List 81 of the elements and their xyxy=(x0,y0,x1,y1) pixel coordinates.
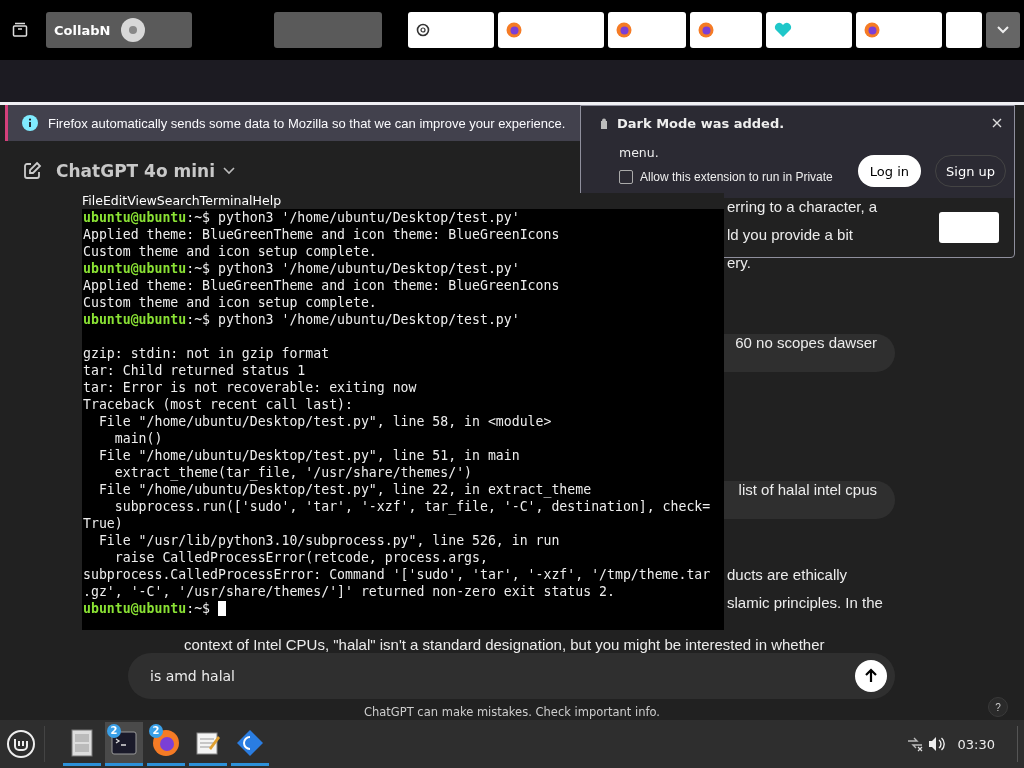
browser-logo-icon xyxy=(616,22,632,38)
terminal-output: extract_theme(tar_file, '/usr/share/themes/') xyxy=(113,464,473,481)
terminal-output: tar: Error is not recoverable: exiting now xyxy=(83,379,417,396)
knot-logo-icon xyxy=(416,23,430,37)
terminal-output: raise CalledProcessError(retcode, process.args, xyxy=(113,549,488,566)
send-button[interactable] xyxy=(855,660,887,692)
info-icon xyxy=(22,115,38,131)
tabs-dropdown-button[interactable] xyxy=(986,12,1020,48)
diamond-logo-icon xyxy=(236,728,264,757)
menu-item[interactable]: Terminal xyxy=(199,193,253,209)
browser-tab[interactable] xyxy=(608,12,686,48)
browser-tab[interactable] xyxy=(690,12,762,48)
clock: 03:30 xyxy=(957,736,995,752)
popup-title: Dark Mode was added. xyxy=(617,116,785,131)
browser-logo-icon xyxy=(864,22,880,38)
assistant-message-text: ducts are ethically xyxy=(727,566,848,585)
disc-icon xyxy=(120,17,147,43)
window-count-badge: 2 xyxy=(107,724,121,738)
window-list-icon[interactable] xyxy=(12,22,28,38)
assistant-message-text: slamic principles. In the xyxy=(727,594,883,613)
message-input-field[interactable]: is amd halal xyxy=(128,653,895,699)
browser-tab[interactable]: CollabN xyxy=(46,12,192,48)
puzzle-icon xyxy=(599,117,609,130)
model-selector[interactable]: ChatGPT 4o mini xyxy=(56,161,235,181)
network-disconnected-icon[interactable] xyxy=(905,736,924,752)
terminal-output: File "/home/ubuntu/Desktop/test.py", line 51, in main xyxy=(97,447,520,464)
menu-item[interactable]: Help xyxy=(252,193,282,209)
browser-tab[interactable] xyxy=(498,12,604,48)
browser-logo-icon xyxy=(698,22,714,38)
arrow-up-icon xyxy=(863,668,879,684)
terminal-output: Traceback (most recent call last): xyxy=(83,396,353,413)
terminal-output: True) xyxy=(83,515,123,532)
browser-tab[interactable] xyxy=(856,12,942,48)
prompt-user: ubuntu@ubuntu xyxy=(83,260,187,277)
terminal-output: tar: Child returned status 1 xyxy=(83,362,306,379)
chevron-down-icon xyxy=(223,167,235,175)
menu-item[interactable]: Search xyxy=(156,193,200,209)
terminal-command: :~$ python3 '/home/ubuntu/Desktop/test.py' xyxy=(186,311,520,328)
terminal-output: .gz', '-C', '/usr/share/themes/']' returned non-zero exit status 2. xyxy=(83,583,615,600)
terminal-command: :~$ python3 '/home/ubuntu/Desktop/test.py' xyxy=(186,260,520,277)
terminal-output: Custom theme and icon setup complete. xyxy=(83,243,377,260)
file-cabinet-icon xyxy=(71,728,93,757)
browser-logo-icon xyxy=(506,22,522,38)
window-count-badge: 2 xyxy=(149,724,163,738)
login-button[interactable]: Log in xyxy=(857,155,921,187)
menu-item[interactable]: Edit xyxy=(102,193,128,209)
assistant-message-text: ld you provide a bit xyxy=(727,226,853,245)
notepad-icon xyxy=(195,729,221,756)
browser-tab[interactable] xyxy=(408,12,494,48)
menu-icon[interactable] xyxy=(6,729,36,759)
assistant-message-text: ery. xyxy=(727,254,751,273)
assistant-message-text: context of Intel CPUs, "halal" isn't a standard designation, but you might be interested in whether xyxy=(184,636,825,654)
close-icon[interactable] xyxy=(992,118,1002,128)
prompt-user: ubuntu@ubuntu xyxy=(83,311,187,328)
private-windows-checkbox[interactable] xyxy=(619,170,633,184)
terminal-output: File "/usr/lib/python3.10/subprocess.py", line 526, in run xyxy=(97,532,560,549)
prompt-user: ubuntu@ubuntu xyxy=(83,600,187,617)
terminal-output: gzip: stdin: not in gzip format xyxy=(83,345,330,362)
help-button[interactable]: ? xyxy=(988,697,1008,717)
terminal-output: Applied theme: BlueGreenTheme and icon theme: BlueGreenIcons xyxy=(83,277,560,294)
checkbox-label: Allow this extension to run in Private xyxy=(640,170,833,184)
terminal-output: main() xyxy=(113,430,163,447)
notification-text: Firefox automatically sends some data to Mozilla so that we can improve your experience. xyxy=(48,115,566,131)
menu-item[interactable]: View xyxy=(127,193,157,209)
heart-logo-icon xyxy=(774,22,792,38)
terminal-output: File "/home/ubuntu/Desktop/test.py", line 22, in extract_theme xyxy=(97,481,592,498)
disclaimer-text: ChatGPT can make mistakes. Check important info. xyxy=(363,705,660,719)
popup-text: menu. xyxy=(619,145,660,160)
terminal-output: Applied theme: BlueGreenTheme and icon theme: BlueGreenIcons xyxy=(83,226,560,243)
terminal-output: Custom theme and icon setup complete. xyxy=(83,294,377,311)
terminal-output: subprocess.CalledProcessError: Command '['sudo', 'tar', '-xzf', '/tmp/theme.tar xyxy=(83,566,711,583)
volume-icon[interactable] xyxy=(927,736,946,752)
browser-logo-icon xyxy=(152,728,180,757)
menu-item[interactable]: File xyxy=(82,193,103,209)
terminal-command: :~$ python3 '/home/ubuntu/Desktop/test.py' xyxy=(186,209,520,226)
chevron-down-icon xyxy=(996,25,1010,35)
terminal-command: :~$ xyxy=(186,600,212,617)
terminal-output: File "/home/ubuntu/Desktop/test.py", line 58, in <module> xyxy=(97,413,552,430)
assistant-message-text: erring to a character, a xyxy=(727,198,878,217)
prompt-user: ubuntu@ubuntu xyxy=(83,209,187,226)
new-chat-icon[interactable] xyxy=(22,161,42,181)
